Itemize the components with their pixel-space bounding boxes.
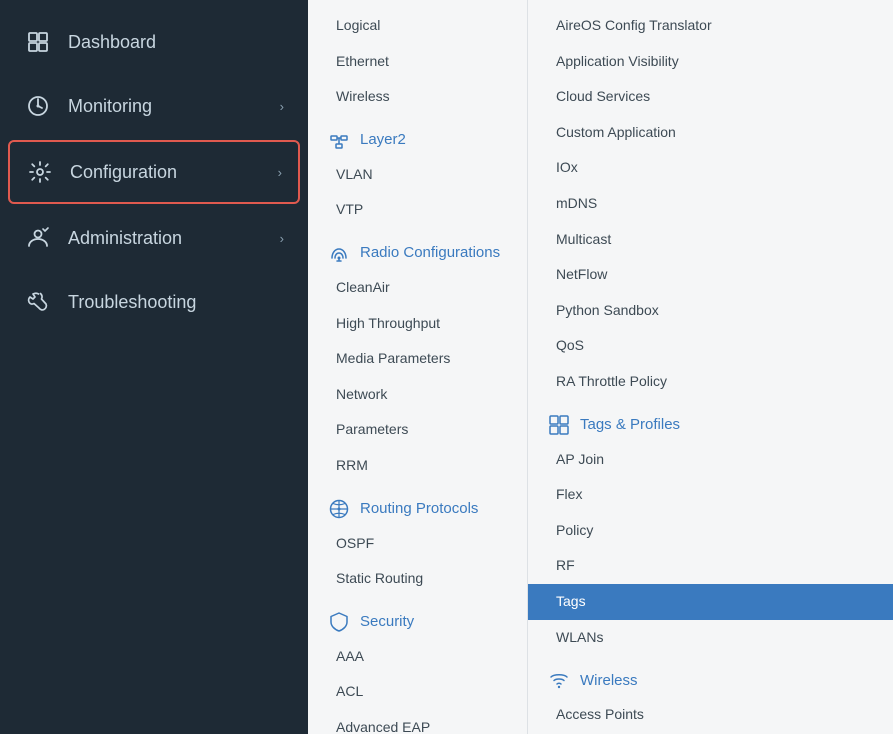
menu-item-rrm[interactable]: RRM	[308, 448, 527, 484]
layer2-label: Layer2	[360, 131, 406, 148]
sidebar-item-troubleshooting-label: Troubleshooting	[68, 292, 196, 313]
menu-item-wlans[interactable]: WLANs	[528, 620, 893, 656]
menu-item-netflow[interactable]: NetFlow	[528, 257, 893, 293]
layer2-icon	[328, 129, 350, 151]
menu-item-media-parameters[interactable]: Media Parameters	[308, 341, 527, 377]
sidebar-item-monitoring-label: Monitoring	[68, 96, 152, 117]
administration-chevron: ›	[280, 231, 284, 246]
menu-item-access-points[interactable]: Access Points	[528, 697, 893, 733]
section-header-security: Security	[308, 597, 527, 639]
sidebar: Dashboard Monitoring › Configuration ›	[0, 0, 308, 734]
tags-profiles-label: Tags & Profiles	[580, 416, 680, 433]
monitoring-chevron: ›	[280, 99, 284, 114]
menu-item-aireos[interactable]: AireOS Config Translator	[528, 8, 893, 44]
configuration-icon	[26, 158, 54, 186]
wireless-icon	[548, 669, 570, 691]
section-header-radio: Radio Configurations	[308, 228, 527, 270]
section-header-routing: Routing Protocols	[308, 484, 527, 526]
menu-item-ra-throttle[interactable]: RA Throttle Policy	[528, 364, 893, 400]
menu-item-cleanair[interactable]: CleanAir	[308, 270, 527, 306]
sidebar-item-troubleshooting[interactable]: Troubleshooting	[0, 270, 308, 334]
security-label: Security	[360, 613, 414, 630]
tags-profiles-icon	[548, 414, 570, 436]
menu-item-custom-app[interactable]: Custom Application	[528, 115, 893, 151]
security-icon	[328, 611, 350, 633]
menu-item-policy[interactable]: Policy	[528, 513, 893, 549]
routing-label: Routing Protocols	[360, 500, 478, 517]
menu-item-acl[interactable]: ACL	[308, 674, 527, 710]
right-column: AireOS Config Translator Application Vis…	[528, 0, 893, 734]
configuration-chevron: ›	[278, 165, 282, 180]
monitoring-icon	[24, 92, 52, 120]
menu-item-rf[interactable]: RF	[528, 548, 893, 584]
menu-item-qos[interactable]: QoS	[528, 328, 893, 364]
main-content: Logical Ethernet Wireless Layer2 VLAN VT…	[308, 0, 893, 734]
menu-item-aaa[interactable]: AAA	[308, 639, 527, 675]
mid-column: Logical Ethernet Wireless Layer2 VLAN VT…	[308, 0, 528, 734]
routing-icon	[328, 498, 350, 520]
dashboard-icon	[24, 28, 52, 56]
menu-item-ap-join[interactable]: AP Join	[528, 442, 893, 478]
menu-item-cloud-services[interactable]: Cloud Services	[528, 79, 893, 115]
menu-item-parameters[interactable]: Parameters	[308, 412, 527, 448]
menu-item-python-sandbox[interactable]: Python Sandbox	[528, 293, 893, 329]
menu-item-high-throughput[interactable]: High Throughput	[308, 306, 527, 342]
section-header-layer2: Layer2	[308, 115, 527, 157]
radio-label: Radio Configurations	[360, 244, 500, 261]
menu-item-mdns[interactable]: mDNS	[528, 186, 893, 222]
troubleshooting-icon	[24, 288, 52, 316]
menu-item-iox[interactable]: IOx	[528, 150, 893, 186]
radio-icon	[328, 242, 350, 264]
menu-item-ospf[interactable]: OSPF	[308, 526, 527, 562]
sidebar-item-dashboard-label: Dashboard	[68, 32, 156, 53]
section-header-wireless: Wireless	[528, 655, 893, 697]
menu-item-static-routing[interactable]: Static Routing	[308, 561, 527, 597]
menu-item-tags[interactable]: Tags	[528, 584, 893, 620]
sidebar-item-configuration-label: Configuration	[70, 162, 177, 183]
menu-item-vtp[interactable]: VTP	[308, 192, 527, 228]
menu-item-vlan[interactable]: VLAN	[308, 157, 527, 193]
sidebar-item-configuration[interactable]: Configuration ›	[8, 140, 300, 204]
sidebar-item-administration[interactable]: Administration ›	[0, 206, 308, 270]
menu-item-wireless[interactable]: Wireless	[308, 79, 527, 115]
menu-item-app-visibility[interactable]: Application Visibility	[528, 44, 893, 80]
menu-item-logical[interactable]: Logical	[308, 8, 527, 44]
administration-icon	[24, 224, 52, 252]
wireless-label: Wireless	[580, 672, 638, 689]
sidebar-item-dashboard[interactable]: Dashboard	[0, 10, 308, 74]
menu-item-advanced-eap[interactable]: Advanced EAP	[308, 710, 527, 734]
menu-item-network[interactable]: Network	[308, 377, 527, 413]
sidebar-item-monitoring[interactable]: Monitoring ›	[0, 74, 308, 138]
menu-item-ethernet[interactable]: Ethernet	[308, 44, 527, 80]
menu-item-flex[interactable]: Flex	[528, 477, 893, 513]
menu-item-multicast[interactable]: Multicast	[528, 222, 893, 258]
sidebar-item-administration-label: Administration	[68, 228, 182, 249]
section-header-tags-profiles: Tags & Profiles	[528, 400, 893, 442]
